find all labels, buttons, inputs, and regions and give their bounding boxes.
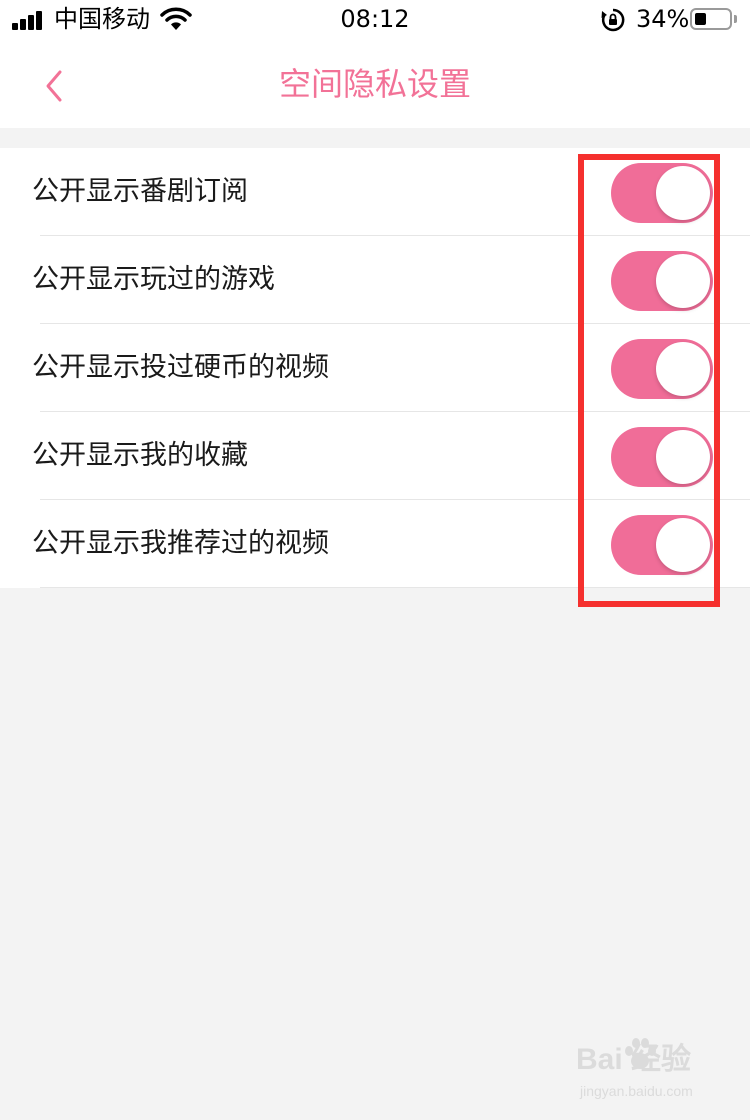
- toggle-coined-videos[interactable]: [611, 339, 713, 399]
- battery-percent: 34%: [636, 5, 690, 33]
- paw-icon: [625, 1038, 656, 1069]
- toggle-favorites[interactable]: [611, 427, 713, 487]
- setting-label: 公开显示投过硬币的视频: [32, 352, 329, 383]
- setting-row-recommended: 公开显示我推荐过的视频: [0, 500, 750, 588]
- setting-label: 公开显示番剧订阅: [32, 176, 248, 207]
- setting-row-favorites: 公开显示我的收藏: [0, 412, 750, 500]
- toggle-bangumi-subscription[interactable]: [611, 163, 713, 223]
- divider: [40, 587, 750, 588]
- setting-label: 公开显示玩过的游戏: [32, 264, 275, 295]
- setting-row-coins: 公开显示投过硬币的视频: [0, 324, 750, 412]
- setting-row-games: 公开显示玩过的游戏: [0, 236, 750, 324]
- watermark-subtext: jingyan.baidu.com: [580, 1083, 693, 1099]
- toggle-knob: [656, 518, 710, 572]
- page-title: 空间隐私设置: [278, 65, 471, 103]
- battery-level: [695, 13, 706, 25]
- orientation-lock-icon: [601, 8, 625, 32]
- toggle-knob: [656, 166, 710, 220]
- setting-row-bangumi: 公开显示番剧订阅: [0, 148, 750, 236]
- toggle-knob: [656, 342, 710, 396]
- chevron-left-icon[interactable]: [30, 60, 80, 110]
- toggle-played-games[interactable]: [611, 251, 713, 311]
- setting-label: 公开显示我推荐过的视频: [32, 528, 329, 559]
- toggle-knob: [656, 254, 710, 308]
- toggle-knob: [656, 430, 710, 484]
- privacy-settings-list: 公开显示番剧订阅 公开显示玩过的游戏 公开显示投过硬币的视频 公开显示我的收藏 …: [0, 148, 750, 588]
- battery-icon: [690, 8, 732, 30]
- nav-bar: 空间隐私设置: [0, 40, 750, 128]
- status-bar: 中国移动 08:12 34%: [0, 0, 750, 40]
- battery-cap: [734, 15, 737, 23]
- setting-label: 公开显示我的收藏: [32, 440, 248, 471]
- toggle-recommended-videos[interactable]: [611, 515, 713, 575]
- watermark-logo: Bai 经验 jingyan.baidu.com: [576, 1038, 736, 1110]
